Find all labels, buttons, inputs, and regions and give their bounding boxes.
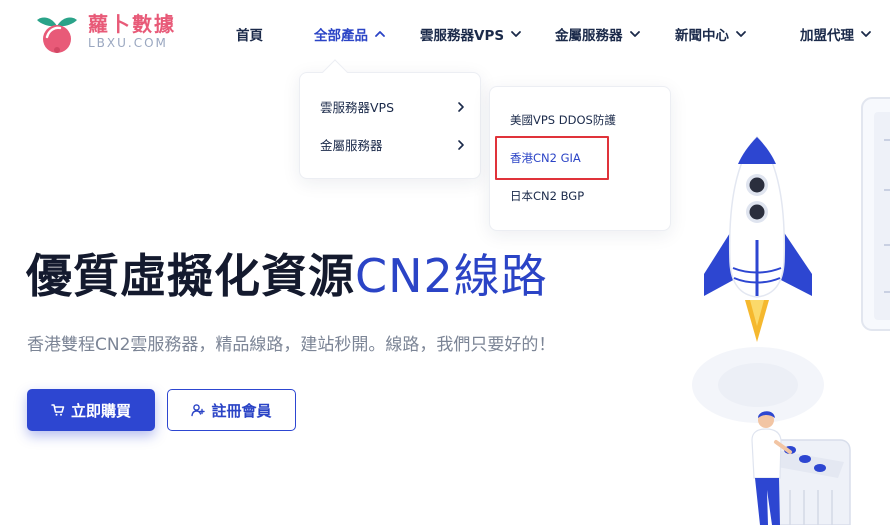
chevron-down-icon [736,31,746,37]
menu-item-bare-metal[interactable]: 金屬服務器 [320,135,466,154]
brand-domain: LBXU.COM [88,36,168,50]
nav-item-label: 金屬服務器 [555,28,623,44]
buy-now-button[interactable]: 立即購買 [27,389,155,431]
cart-icon [51,404,65,416]
register-label: 註冊會員 [211,401,272,420]
nav-item-home[interactable]: 首頁 [236,24,263,44]
nav-item-label: 新聞中心 [675,28,729,44]
site-logo[interactable]: 蘿卜數據 LBXU.COM [32,10,176,56]
hero-title-main: 優質虛擬化資源 [26,249,355,303]
nav-item-label: 全部產品 [314,28,368,44]
buy-now-label: 立即購買 [70,401,131,420]
hero-title: 優質虛擬化資源CN2線路 [26,246,548,306]
chevron-down-icon [861,31,871,37]
user-plus-icon [191,404,206,417]
chevron-right-icon [458,101,464,112]
highlight-box [495,136,609,180]
rocket-illustration [692,97,890,525]
hero-subtitle: 香港雙程CN2雲服務器，精品線路，建站秒開。線路，我們只要好的！ [27,335,556,355]
menu-item-label: 雲服務器VPS [320,100,395,115]
nav-item-partner[interactable]: 加盟代理 [800,24,872,44]
site-header: 蘿卜數據 LBXU.COM 首頁 全部產品 雲服務器VPS 金屬服務器 新聞中心… [0,0,890,68]
chevron-down-icon [629,31,640,37]
nav-item-bare-metal[interactable]: 金屬服務器 [555,24,641,44]
products-dropdown: 雲服務器VPS 金屬服務器 [299,72,481,179]
chevron-down-icon [511,31,521,37]
radish-logo-icon [37,17,77,53]
register-button[interactable]: 註冊會員 [167,389,296,431]
nav-item-label: 雲服務器VPS [420,28,505,44]
nav-item-news[interactable]: 新聞中心 [675,24,747,44]
nav-item-label: 首頁 [236,28,263,44]
submenu-item-us-vps-ddos[interactable]: 美國VPS DDOS防護 [510,112,616,128]
nav-item-all-products[interactable]: 全部產品 [314,24,386,44]
nav-item-cloud-vps[interactable]: 雲服務器VPS [420,24,522,44]
menu-item-label: 金屬服務器 [320,138,383,153]
brand-name: 蘿卜數據 [88,12,176,36]
menu-item-cloud-vps[interactable]: 雲服務器VPS [320,97,466,116]
submenu-item-jp-cn2-bgp[interactable]: 日本CN2 BGP [510,188,584,204]
chevron-up-icon [375,31,385,37]
hero-title-accent: CN2線路 [355,249,548,303]
nav-item-label: 加盟代理 [800,28,854,44]
chevron-right-icon [458,139,464,150]
